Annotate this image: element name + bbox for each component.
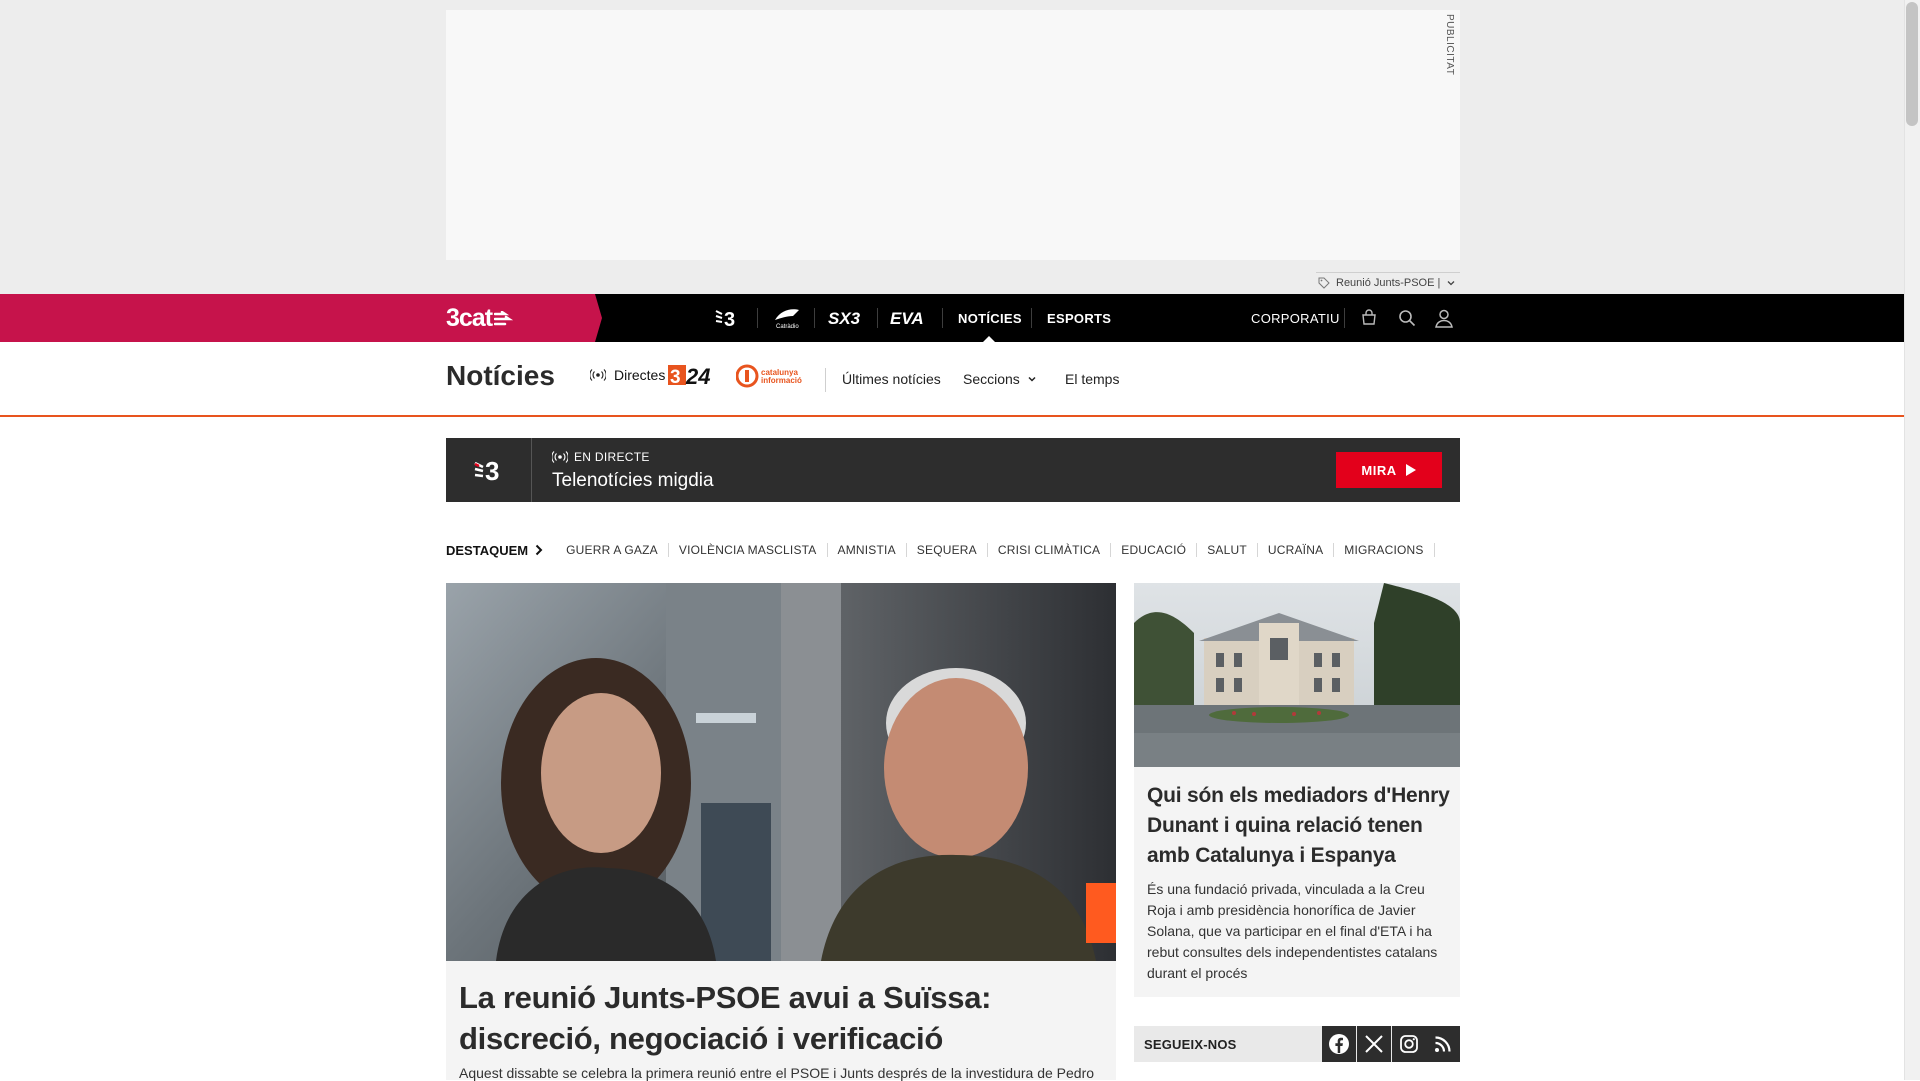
side-article-image[interactable] <box>1134 583 1460 767</box>
side-article-summary: És una fundació privada, vinculada a la … <box>1147 881 1438 981</box>
directes-label: Directes <box>614 367 666 383</box>
user-icon[interactable] <box>1432 306 1456 330</box>
ad-topic-tag[interactable]: Reunió Junts-PSOE | <box>1316 272 1460 292</box>
tv3-logo: 3 <box>446 438 532 502</box>
destaquem-heading[interactable]: DESTAQUEM <box>446 543 544 558</box>
tag-icon <box>1318 277 1330 289</box>
catalunya-informacio-logo[interactable]: catalunya informació <box>736 364 806 388</box>
svg-text:24: 24 <box>685 364 710 387</box>
seccions-label: Seccions <box>963 371 1020 387</box>
eva-logo[interactable]: EVA <box>890 294 928 342</box>
tag-link[interactable]: GUERR A GAZA <box>556 543 669 557</box>
live-status-label: EN DIRECTE <box>574 450 650 464</box>
shop-icon[interactable] <box>1357 306 1381 330</box>
featured-tags: DESTAQUEM GUERR A GAZA VIOLÈNCIA MASCLIS… <box>446 540 1435 560</box>
main-article-image[interactable] <box>446 583 1116 961</box>
tag-link[interactable]: SALUT <box>1197 543 1258 557</box>
tag-link[interactable]: CRISI CLIMÀTICA <box>988 543 1112 557</box>
live-program-title[interactable]: Telenotícies migdia <box>552 470 714 492</box>
live-broadcast-icon <box>552 451 568 463</box>
svg-text:3: 3 <box>485 456 499 484</box>
ad-area: PUBLICITAT Reunió Junts-PSOE | <box>0 0 1904 294</box>
tag-link[interactable]: AMNISTIA <box>828 543 907 557</box>
watch-button[interactable]: MIRA <box>1336 452 1442 488</box>
person-photo-right <box>781 583 1116 961</box>
main-article-summary: Aquest dissabte se celebra la primera re… <box>459 1065 1095 1081</box>
chevron-right-icon <box>535 544 543 556</box>
tag-link[interactable]: SEQUERA <box>907 543 988 557</box>
separator <box>1031 308 1032 328</box>
main-article-title[interactable]: La reunió Junts-PSOE avui a Suïssa: disc… <box>459 977 1099 1059</box>
arrow-mark-icon <box>494 310 514 325</box>
svg-text:informació: informació <box>761 376 802 385</box>
main-article-text: La reunió Junts-PSOE avui a Suïssa: disc… <box>446 961 1116 1081</box>
ultimes-noticies-link[interactable]: Últimes notícies <box>842 371 941 387</box>
side-article-title[interactable]: Qui són els mediadors d'Henry Dunant i q… <box>1147 781 1452 871</box>
social-follow-bar: SEGUEIX-NOS <box>1134 1026 1460 1062</box>
separator <box>757 308 758 328</box>
instagram-icon[interactable] <box>1392 1026 1426 1062</box>
svg-text:SX3: SX3 <box>828 309 861 327</box>
scrollbar-thumb[interactable] <box>1906 2 1918 126</box>
facebook-icon[interactable] <box>1322 1026 1356 1062</box>
nav-item-esports[interactable]: ESPORTS <box>1047 294 1111 342</box>
sx3-logo[interactable]: SX3 <box>828 294 864 342</box>
play-icon <box>1405 464 1416 476</box>
person-photo-left <box>446 583 781 961</box>
svg-text:EVA: EVA <box>890 309 924 327</box>
ad-banner[interactable] <box>446 10 1460 260</box>
follow-label: SEGUEIX-NOS <box>1144 1036 1237 1052</box>
live-broadcast-icon <box>590 369 606 381</box>
svg-text:3: 3 <box>670 367 681 387</box>
chevron-down-icon <box>1028 376 1036 382</box>
separator <box>1344 308 1345 328</box>
324-logo[interactable]: 3 24 <box>668 362 722 388</box>
search-icon[interactable] <box>1395 306 1419 330</box>
scrollbar[interactable] <box>1904 0 1920 1080</box>
x-icon[interactable] <box>1357 1026 1391 1062</box>
top-navigation: 3cat 3 Catràdio SX3 EVA NOTÍCIES ESPORTS… <box>0 294 1904 343</box>
live-status: EN DIRECTE <box>552 450 650 464</box>
nav-item-corporatiu[interactable]: CORPORATIU <box>1251 294 1340 342</box>
svg-text:3: 3 <box>724 309 735 329</box>
tag-link[interactable]: MIGRACIONS <box>1334 543 1435 557</box>
tag-link[interactable]: UCRAÏNA <box>1258 543 1335 557</box>
3cat-logo[interactable]: 3cat <box>446 304 514 333</box>
side-article-card[interactable]: Qui són els mediadors d'Henry Dunant i q… <box>1134 583 1460 997</box>
svg-text:Catràdio: Catràdio <box>776 324 799 330</box>
catradio-logo[interactable]: Catràdio <box>770 294 802 342</box>
separator <box>877 308 878 328</box>
separator <box>825 368 826 392</box>
ad-label: PUBLICITAT <box>1444 14 1455 76</box>
nav-item-noticies[interactable]: NOTÍCIES <box>958 294 1022 342</box>
brand-text: 3cat <box>446 304 493 332</box>
chevron-down-icon <box>1447 280 1455 285</box>
tag-link[interactable]: EDUCACIÓ <box>1111 543 1198 557</box>
live-broadcast-bar[interactable]: 3 EN DIRECTE Telenotícies migdia MIRA <box>446 438 1460 502</box>
el-temps-link[interactable]: El temps <box>1065 371 1119 387</box>
tv3-logo[interactable]: 3 <box>712 294 744 342</box>
section-header: Notícies Directes 3 24 catalunya informaci… <box>0 342 1904 417</box>
page-title[interactable]: Notícies <box>446 360 555 392</box>
tag-link[interactable]: VIOLÈNCIA MASCLISTA <box>669 543 828 557</box>
directes-link[interactable]: Directes <box>590 367 665 383</box>
seccions-dropdown[interactable]: Seccions <box>963 371 1038 387</box>
ad-topic-text: Reunió Junts-PSOE | <box>1336 276 1441 289</box>
rss-icon[interactable] <box>1426 1026 1460 1062</box>
separator <box>814 308 815 328</box>
separator <box>942 308 943 328</box>
watch-button-label: MIRA <box>1361 462 1397 478</box>
destaquem-label: DESTAQUEM <box>446 542 529 558</box>
